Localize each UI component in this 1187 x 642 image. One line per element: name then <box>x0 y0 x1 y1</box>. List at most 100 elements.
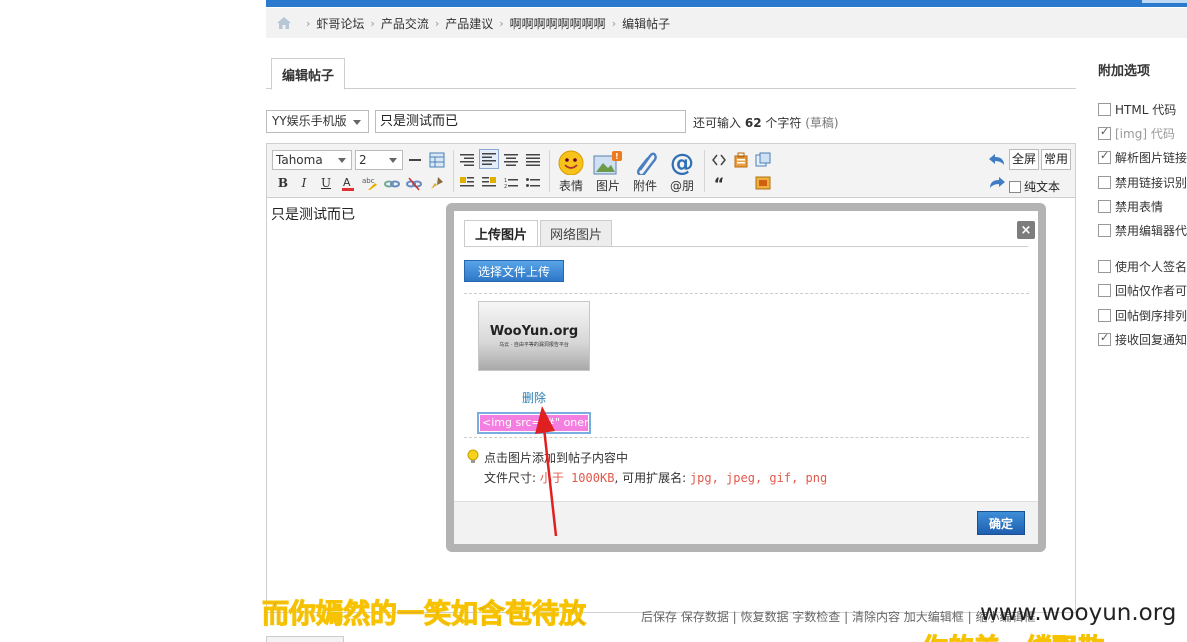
char-count: 还可输入 62 个字符 (草稿) <box>693 114 839 131</box>
option-checkbox[interactable] <box>1098 331 1111 346</box>
option-row[interactable]: 回帖倒序排列 <box>1098 307 1187 324</box>
subject-input[interactable]: 只是测试而已 <box>375 110 686 133</box>
wooyun-watermark: www.wooyun.org <box>980 600 1177 626</box>
draft-link[interactable]: (草稿) <box>805 116 838 130</box>
float-left-icon[interactable] <box>457 173 477 193</box>
options-title: 附加选项 <box>1098 64 1151 79</box>
font-family-select[interactable]: Tahoma <box>272 150 352 170</box>
float-right-icon[interactable] <box>479 173 499 193</box>
breadcrumb-item-current: 编辑帖子 <box>622 16 671 31</box>
option-label: 使用个人签名 <box>1115 260 1187 274</box>
tab-edit-post[interactable]: 编辑帖子 <box>271 58 345 90</box>
breadcrumb-item-thread[interactable]: 啊啊啊啊啊啊啊啊 <box>510 15 606 32</box>
bold-button[interactable]: B <box>273 173 293 193</box>
undo-icon[interactable] <box>987 150 1007 170</box>
plaintext-label: 纯文本 <box>1024 180 1061 194</box>
option-row[interactable]: 使用个人签名 <box>1098 258 1187 275</box>
image-button[interactable]: ! 图片 <box>591 150 625 194</box>
code-icon[interactable] <box>709 150 729 170</box>
toolbar-divider <box>453 150 454 192</box>
quote-button[interactable]: “ <box>709 173 729 193</box>
free-icon[interactable] <box>731 150 751 170</box>
emoji-button[interactable]: 表情 <box>554 150 588 194</box>
common-button[interactable]: 常用 <box>1041 149 1072 170</box>
horizontal-rule-icon[interactable] <box>405 150 425 170</box>
option-row[interactable]: 禁用编辑器代 <box>1098 222 1187 239</box>
option-label: 禁用链接识别 <box>1115 176 1187 190</box>
multimedia-icon[interactable] <box>753 173 773 193</box>
option-checkbox[interactable] <box>1098 200 1111 213</box>
font-size-value: 2 <box>359 153 367 167</box>
attachment-button[interactable]: 附件 <box>628 150 662 194</box>
breadcrumb-item-product-exchange[interactable]: 产品交流 <box>381 15 429 32</box>
tab-upload-image[interactable]: 上传图片 <box>464 220 538 247</box>
fullscreen-button[interactable]: 全屏 <box>1009 149 1040 170</box>
submit-button-partial[interactable] <box>266 636 344 642</box>
italic-button[interactable]: I <box>294 173 314 193</box>
caption-part-1: 而你嫣然的一笑如 <box>262 599 479 631</box>
option-row[interactable]: 接收回复通知 <box>1098 331 1187 348</box>
plaintext-checkbox[interactable] <box>1009 180 1021 193</box>
option-row[interactable]: 禁用表情 <box>1098 198 1163 215</box>
image-icon: ! <box>593 151 622 175</box>
align-justify-icon[interactable] <box>523 150 543 170</box>
page-tab-bar: 编辑帖子 <box>266 58 1076 90</box>
option-row[interactable]: [img] 代码 <box>1098 125 1175 142</box>
breadcrumb-separator-icon: › <box>611 16 617 30</box>
confirm-button[interactable]: 确定 <box>977 511 1025 535</box>
home-icon[interactable] <box>276 16 292 30</box>
align-center-icon[interactable] <box>501 150 521 170</box>
option-row[interactable]: HTML 代码 <box>1098 101 1176 118</box>
char-count-prefix: 还可输入 <box>693 116 742 130</box>
plaintext-toggle[interactable]: 纯文本 <box>1009 178 1060 195</box>
option-checkbox[interactable] <box>1098 309 1111 322</box>
link-icon[interactable] <box>382 173 402 193</box>
option-checkbox[interactable] <box>1098 284 1111 297</box>
option-row[interactable]: 解析图片链接 <box>1098 149 1187 166</box>
close-icon[interactable]: × <box>1017 221 1035 239</box>
underline-button[interactable]: U <box>316 173 336 193</box>
option-row[interactable]: 回帖仅作者可 <box>1098 282 1187 299</box>
ordered-list-icon[interactable]: 12 <box>501 173 521 193</box>
tab-web-image[interactable]: 网络图片 <box>540 220 612 247</box>
unlink-icon[interactable] <box>404 173 424 193</box>
font-family-value: Tahoma <box>276 153 323 167</box>
hide-content-icon[interactable] <box>753 150 773 170</box>
align-left-icon[interactable] <box>479 149 499 169</box>
table-icon[interactable] <box>427 150 447 170</box>
option-checkbox[interactable] <box>1098 224 1111 237</box>
editor-status-links[interactable]: 后保存 保存数据 | 恢复数据 字数检查 | 清除内容 加大编辑框 | 缩小编辑… <box>641 608 1035 625</box>
option-label: 解析图片链接 <box>1115 151 1187 165</box>
uploaded-image-thumbnail[interactable]: WooYun.org 乌云 · 自由平等的漏洞报告平台 <box>478 301 590 371</box>
category-select[interactable]: YY娱乐手机版 <box>266 110 369 133</box>
font-color-icon[interactable]: A <box>338 173 358 193</box>
svg-text:A: A <box>343 176 351 189</box>
breadcrumb-item-product-suggestions[interactable]: 产品建议 <box>445 15 493 32</box>
redo-icon[interactable] <box>987 173 1007 193</box>
attachment-label: 附件 <box>632 179 657 193</box>
font-size-select[interactable]: 2 <box>355 150 403 170</box>
highlight-icon[interactable]: abc <box>360 173 380 193</box>
breadcrumb-separator-icon: › <box>499 16 504 30</box>
lightbulb-icon <box>467 449 479 463</box>
choose-file-upload-button[interactable]: 选择文件上传 <box>464 260 564 282</box>
option-label: 回帖倒序排列 <box>1115 309 1187 323</box>
option-checkbox[interactable] <box>1098 176 1111 189</box>
option-row[interactable]: 禁用链接识别 <box>1098 174 1187 191</box>
option-label: 接收回复通知 <box>1115 333 1187 347</box>
editor-body[interactable]: 只是测试而已 <box>271 204 355 224</box>
unordered-list-icon[interactable] <box>523 173 543 193</box>
hint-ext-value: jpg, jpeg, gif, png <box>689 471 828 485</box>
clear-format-brush-icon[interactable] <box>427 173 447 193</box>
breadcrumb-item-forum[interactable]: 虾哥论坛 <box>316 15 364 32</box>
option-checkbox[interactable] <box>1098 260 1111 273</box>
option-checkbox[interactable] <box>1098 149 1111 164</box>
option-checkbox[interactable] <box>1098 125 1111 140</box>
align-right-icon[interactable] <box>457 150 477 170</box>
chevron-down-icon <box>353 120 361 125</box>
option-label: [img] 代码 <box>1115 127 1175 141</box>
hint-ext-label: , 可用扩展名: <box>614 471 690 485</box>
mention-label: @朋 <box>669 179 694 193</box>
mention-button[interactable]: @ @朋 <box>665 150 699 194</box>
option-checkbox[interactable] <box>1098 103 1111 116</box>
